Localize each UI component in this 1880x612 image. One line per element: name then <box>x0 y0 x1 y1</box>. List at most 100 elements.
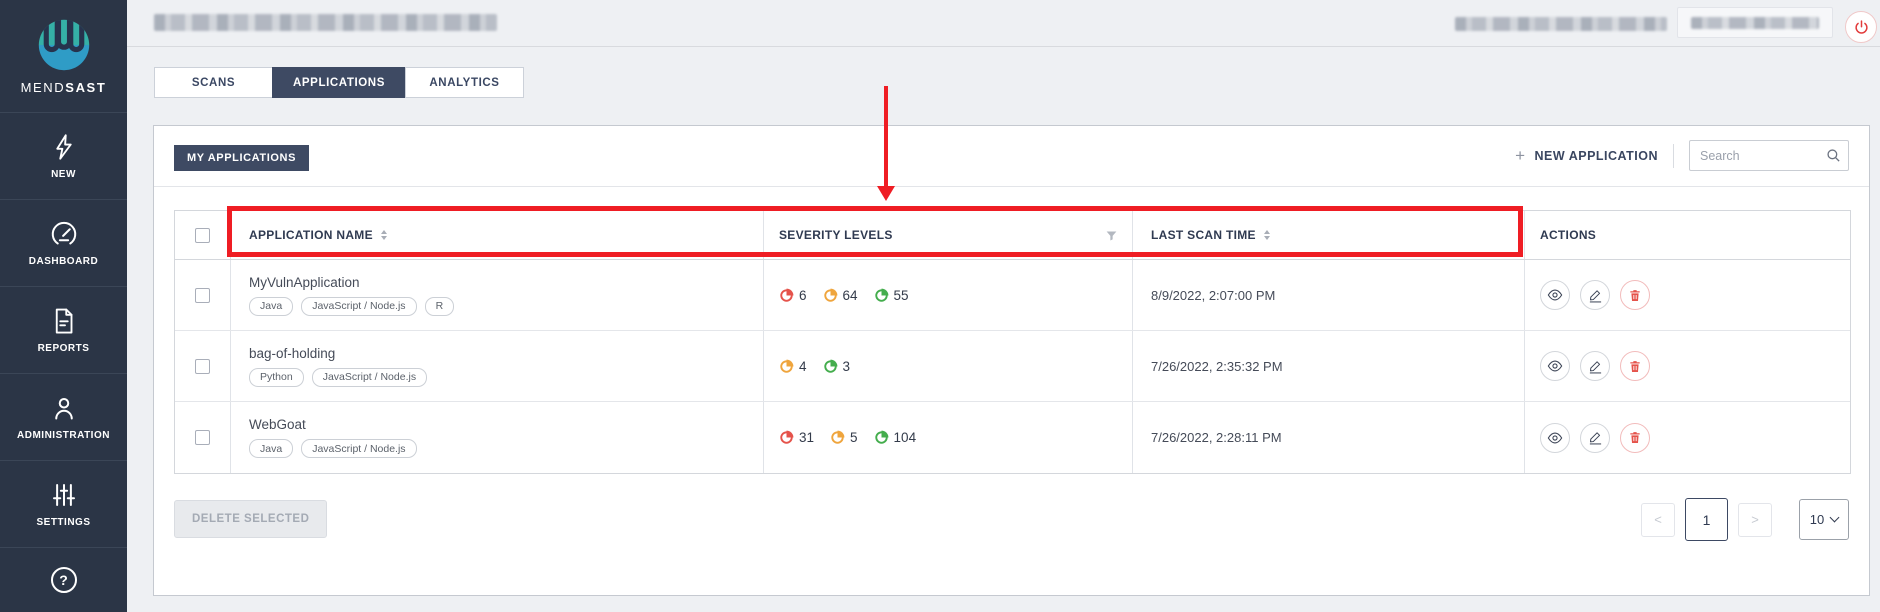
sidebar-item-dashboard[interactable]: DASHBOARD <box>0 200 127 287</box>
sidebar-item-label: REPORTS <box>38 343 90 354</box>
sidebar-item-administration[interactable]: ADMINISTRATION <box>0 374 127 461</box>
pagination: < 1 > 10 <box>1636 498 1849 541</box>
severity-pie-icon <box>830 430 845 445</box>
delete-button[interactable] <box>1620 280 1650 310</box>
account-name-redacted <box>1691 17 1819 29</box>
view-button[interactable] <box>1540 423 1570 453</box>
sidebar-item-label: SETTINGS <box>36 517 90 528</box>
last-scan-time: 8/9/2022, 2:07:00 PM <box>1151 288 1275 303</box>
help-icon: ? <box>51 567 77 593</box>
pagination-page-1[interactable]: 1 <box>1685 498 1728 541</box>
applications-panel: MY APPLICATIONS + NEW APPLICATION APPLIC… <box>153 125 1870 596</box>
severity-pie-icon <box>779 288 794 303</box>
column-header-severity-levels: SEVERITY LEVELS <box>764 211 1133 259</box>
tab-scans[interactable]: SCANS <box>154 67 273 98</box>
sort-icon <box>381 230 387 240</box>
table-row: MyVulnApplication Java JavaScript / Node… <box>175 260 1850 331</box>
delete-selected-button[interactable]: DELETE SELECTED <box>174 500 327 538</box>
table-row: bag-of-holding Python JavaScript / Node.… <box>175 331 1850 402</box>
sidebar-item-settings[interactable]: SETTINGS <box>0 461 127 548</box>
edit-button[interactable] <box>1580 351 1610 381</box>
pagination-next-button[interactable]: > <box>1738 503 1772 537</box>
eye-icon <box>1547 358 1563 374</box>
edit-button[interactable] <box>1580 280 1610 310</box>
tab-bar: SCANS APPLICATIONS ANALYTICS <box>154 67 524 98</box>
page-size-select[interactable]: 10 <box>1799 499 1849 540</box>
sidebar-item-new[interactable]: NEW <box>0 113 127 200</box>
brand-name: MENDSAST <box>21 80 107 95</box>
brand-logo-block[interactable]: MENDSAST <box>0 0 127 113</box>
sidebar-item-label: ADMINISTRATION <box>17 430 110 441</box>
gauge-icon <box>49 219 79 249</box>
last-scan-time: 7/26/2022, 2:28:11 PM <box>1151 430 1282 445</box>
user-icon <box>49 393 79 423</box>
topbar-divider <box>127 46 1880 47</box>
pagination-prev-button[interactable]: < <box>1641 503 1675 537</box>
delete-button[interactable] <box>1620 351 1650 381</box>
section-title-badge: MY APPLICATIONS <box>174 145 309 171</box>
mend-logo-icon <box>36 17 92 73</box>
plus-icon: + <box>1515 146 1525 166</box>
pencil-icon <box>1588 288 1603 303</box>
severity-high: 31 <box>779 430 814 445</box>
row-checkbox[interactable] <box>195 359 210 374</box>
application-name[interactable]: WebGoat <box>249 417 417 432</box>
severity-levels: 31 5 104 <box>779 430 916 445</box>
row-checkbox[interactable] <box>195 430 210 445</box>
sidebar-item-label: DASHBOARD <box>29 256 99 267</box>
severity-pie-icon <box>823 288 838 303</box>
application-name[interactable]: bag-of-holding <box>249 346 427 361</box>
severity-levels: 4 3 <box>779 359 850 374</box>
pencil-icon <box>1588 430 1603 445</box>
severity-pie-icon <box>779 359 794 374</box>
severity-low: 3 <box>823 359 851 374</box>
severity-pie-icon <box>823 359 838 374</box>
column-header-application-name[interactable]: APPLICATION NAME <box>231 211 764 259</box>
trash-icon <box>1628 359 1642 374</box>
column-header-last-scan-time[interactable]: LAST SCAN TIME <box>1133 211 1525 259</box>
severity-medium: 64 <box>823 288 858 303</box>
eye-icon <box>1547 287 1563 303</box>
tag-list: Python JavaScript / Node.js <box>249 368 427 387</box>
severity-low: 55 <box>874 288 909 303</box>
last-scan-time: 7/26/2022, 2:35:32 PM <box>1151 359 1283 374</box>
language-tag: R <box>425 297 455 316</box>
sort-icon <box>1264 230 1270 240</box>
tab-analytics[interactable]: ANALYTICS <box>405 67 524 98</box>
view-button[interactable] <box>1540 351 1570 381</box>
language-tag: Python <box>249 368 304 387</box>
row-checkbox[interactable] <box>195 288 210 303</box>
application-name[interactable]: MyVulnApplication <box>249 275 454 290</box>
search-input[interactable] <box>1689 140 1849 171</box>
sidebar: MENDSAST NEW DASHBOARD REPORTS ADMINISTR… <box>0 0 127 612</box>
language-tag: JavaScript / Node.js <box>312 368 427 387</box>
eye-icon <box>1547 430 1563 446</box>
tab-applications[interactable]: APPLICATIONS <box>272 67 406 98</box>
new-application-label: NEW APPLICATION <box>1535 149 1658 163</box>
table-row: WebGoat Java JavaScript / Node.js 31 5 <box>175 402 1850 473</box>
severity-levels: 6 64 55 <box>779 288 909 303</box>
new-application-button[interactable]: + NEW APPLICATION <box>1515 146 1658 166</box>
sidebar-item-reports[interactable]: REPORTS <box>0 287 127 374</box>
page-title-redacted <box>154 14 497 31</box>
delete-button[interactable] <box>1620 423 1650 453</box>
sidebar-item-label: NEW <box>51 169 76 180</box>
severity-medium: 4 <box>779 359 807 374</box>
sidebar-item-help[interactable]: ? <box>0 548 127 612</box>
language-tag: Java <box>249 439 293 458</box>
tag-list: Java JavaScript / Node.js R <box>249 297 454 316</box>
edit-button[interactable] <box>1580 423 1610 453</box>
toolbar-right: + NEW APPLICATION <box>1515 140 1849 171</box>
report-icon <box>49 306 79 336</box>
select-all-checkbox[interactable] <box>195 228 210 243</box>
toolbar-vertical-divider <box>1673 144 1674 168</box>
filter-icon[interactable] <box>1105 229 1118 242</box>
account-selector[interactable] <box>1677 7 1833 38</box>
view-button[interactable] <box>1540 280 1570 310</box>
search-icon[interactable] <box>1826 148 1841 163</box>
lightning-icon <box>49 132 79 162</box>
severity-pie-icon <box>779 430 794 445</box>
logout-button[interactable] <box>1845 11 1877 43</box>
severity-medium: 5 <box>830 430 858 445</box>
language-tag: Java <box>249 297 293 316</box>
